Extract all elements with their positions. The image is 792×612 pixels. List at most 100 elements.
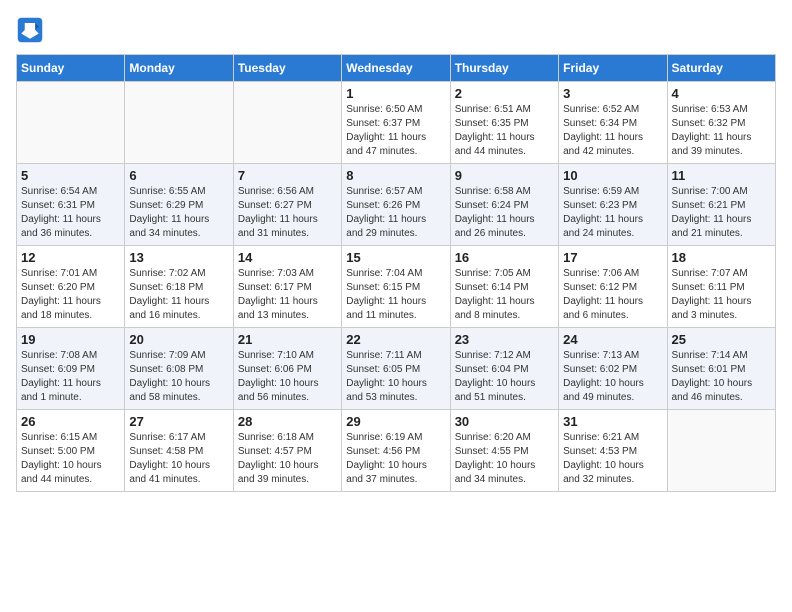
calendar-cell: 16 Sunrise: 7:05 AM Sunset: 6:14 PM Dayli… <box>450 246 558 328</box>
day-info: Sunrise: 7:01 AM Sunset: 6:20 PM Dayligh… <box>21 267 120 323</box>
day-number: 13 <box>129 250 228 265</box>
calendar-cell: 10Sunrise: 6:59 AM Sunset: 6:23 PM Dayli… <box>559 164 667 246</box>
calendar-cell <box>125 82 233 164</box>
calendar-cell: 22 Sunrise: 7:11 AM Sunset: 6:05 PM Dayli… <box>342 328 450 410</box>
day-number: 20 <box>129 332 228 347</box>
day-info: Sunrise: 7:10 AM Sunset: 6:06 PM Dayligh… <box>238 349 337 405</box>
day-info: Sunrise: 6:20 AM Sunset: 4:55 PM Dayligh… <box>455 431 554 487</box>
day-info: Sunrise: 6:57 AM Sunset: 6:26 PM Dayligh… <box>346 185 445 241</box>
calendar-week-row: 1Sunrise: 6:50 AM Sunset: 6:37 PM Daylig… <box>17 82 776 164</box>
col-header-thursday: Thursday <box>450 55 558 82</box>
calendar-cell: 12 Sunrise: 7:01 AM Sunset: 6:20 PM Dayli… <box>17 246 125 328</box>
calendar-cell: 11 Sunrise: 7:00 AM Sunset: 6:21 PM Dayli… <box>667 164 775 246</box>
day-info: Sunrise: 7:07 AM Sunset: 6:11 PM Dayligh… <box>672 267 771 323</box>
col-header-friday: Friday <box>559 55 667 82</box>
day-info: Sunrise: 6:55 AM Sunset: 6:29 PM Dayligh… <box>129 185 228 241</box>
day-number: 22 <box>346 332 445 347</box>
calendar-cell: 30 Sunrise: 6:20 AM Sunset: 4:55 PM Dayli… <box>450 410 558 492</box>
day-info: Sunrise: 6:56 AM Sunset: 6:27 PM Dayligh… <box>238 185 337 241</box>
day-info: Sunrise: 7:00 AM Sunset: 6:21 PM Dayligh… <box>672 185 771 241</box>
day-number: 11 <box>672 168 771 183</box>
calendar: SundayMondayTuesdayWednesdayThursdayFrid… <box>16 54 776 492</box>
day-info: Sunrise: 6:51 AM Sunset: 6:35 PM Dayligh… <box>455 103 554 159</box>
calendar-cell: 4 Sunrise: 6:53 AM Sunset: 6:32 PM Daylig… <box>667 82 775 164</box>
calendar-cell: 9Sunrise: 6:58 AM Sunset: 6:24 PM Daylig… <box>450 164 558 246</box>
day-number: 14 <box>238 250 337 265</box>
calendar-header-row: SundayMondayTuesdayWednesdayThursdayFrid… <box>17 55 776 82</box>
day-info: Sunrise: 7:06 AM Sunset: 6:12 PM Dayligh… <box>563 267 662 323</box>
day-number: 6 <box>129 168 228 183</box>
day-number: 19 <box>21 332 120 347</box>
calendar-cell <box>233 82 341 164</box>
day-info: Sunrise: 6:17 AM Sunset: 4:58 PM Dayligh… <box>129 431 228 487</box>
calendar-cell: 18 Sunrise: 7:07 AM Sunset: 6:11 PM Dayli… <box>667 246 775 328</box>
calendar-week-row: 5 Sunrise: 6:54 AM Sunset: 6:31 PM Daylig… <box>17 164 776 246</box>
day-number: 12 <box>21 250 120 265</box>
day-info: Sunrise: 6:18 AM Sunset: 4:57 PM Dayligh… <box>238 431 337 487</box>
day-number: 5 <box>21 168 120 183</box>
day-info: Sunrise: 7:08 AM Sunset: 6:09 PM Dayligh… <box>21 349 120 405</box>
col-header-monday: Monday <box>125 55 233 82</box>
calendar-week-row: 12 Sunrise: 7:01 AM Sunset: 6:20 PM Dayli… <box>17 246 776 328</box>
page-header <box>16 16 776 44</box>
calendar-cell <box>17 82 125 164</box>
calendar-cell: 15 Sunrise: 7:04 AM Sunset: 6:15 PM Dayli… <box>342 246 450 328</box>
calendar-cell: 19 Sunrise: 7:08 AM Sunset: 6:09 PM Dayli… <box>17 328 125 410</box>
calendar-cell: 23Sunrise: 7:12 AM Sunset: 6:04 PM Dayli… <box>450 328 558 410</box>
day-number: 21 <box>238 332 337 347</box>
day-number: 15 <box>346 250 445 265</box>
day-info: Sunrise: 7:03 AM Sunset: 6:17 PM Dayligh… <box>238 267 337 323</box>
calendar-cell: 7 Sunrise: 6:56 AM Sunset: 6:27 PM Daylig… <box>233 164 341 246</box>
calendar-cell <box>667 410 775 492</box>
day-info: Sunrise: 7:13 AM Sunset: 6:02 PM Dayligh… <box>563 349 662 405</box>
day-number: 16 <box>455 250 554 265</box>
day-number: 30 <box>455 414 554 429</box>
day-info: Sunrise: 6:54 AM Sunset: 6:31 PM Dayligh… <box>21 185 120 241</box>
day-number: 8 <box>346 168 445 183</box>
day-number: 24 <box>563 332 662 347</box>
day-info: Sunrise: 7:05 AM Sunset: 6:14 PM Dayligh… <box>455 267 554 323</box>
calendar-cell: 28 Sunrise: 6:18 AM Sunset: 4:57 PM Dayli… <box>233 410 341 492</box>
day-info: Sunrise: 7:14 AM Sunset: 6:01 PM Dayligh… <box>672 349 771 405</box>
day-number: 28 <box>238 414 337 429</box>
day-info: Sunrise: 6:19 AM Sunset: 4:56 PM Dayligh… <box>346 431 445 487</box>
day-number: 7 <box>238 168 337 183</box>
calendar-cell: 31 Sunrise: 6:21 AM Sunset: 4:53 PM Dayli… <box>559 410 667 492</box>
calendar-cell: 3 Sunrise: 6:52 AM Sunset: 6:34 PM Daylig… <box>559 82 667 164</box>
calendar-cell: 20 Sunrise: 7:09 AM Sunset: 6:08 PM Dayli… <box>125 328 233 410</box>
calendar-cell: 24 Sunrise: 7:13 AM Sunset: 6:02 PM Dayli… <box>559 328 667 410</box>
col-header-tuesday: Tuesday <box>233 55 341 82</box>
day-info: Sunrise: 7:04 AM Sunset: 6:15 PM Dayligh… <box>346 267 445 323</box>
day-info: Sunrise: 6:21 AM Sunset: 4:53 PM Dayligh… <box>563 431 662 487</box>
calendar-cell: 25 Sunrise: 7:14 AM Sunset: 6:01 PM Dayli… <box>667 328 775 410</box>
calendar-week-row: 19 Sunrise: 7:08 AM Sunset: 6:09 PM Dayli… <box>17 328 776 410</box>
calendar-cell: 17 Sunrise: 7:06 AM Sunset: 6:12 PM Dayli… <box>559 246 667 328</box>
day-info: Sunrise: 6:52 AM Sunset: 6:34 PM Dayligh… <box>563 103 662 159</box>
col-header-saturday: Saturday <box>667 55 775 82</box>
day-number: 17 <box>563 250 662 265</box>
calendar-cell: 13 Sunrise: 7:02 AM Sunset: 6:18 PM Dayli… <box>125 246 233 328</box>
logo-icon <box>16 16 44 44</box>
day-number: 26 <box>21 414 120 429</box>
day-number: 3 <box>563 86 662 101</box>
calendar-cell: 27 Sunrise: 6:17 AM Sunset: 4:58 PM Dayli… <box>125 410 233 492</box>
calendar-cell: 14 Sunrise: 7:03 AM Sunset: 6:17 PM Dayli… <box>233 246 341 328</box>
logo <box>16 16 48 44</box>
calendar-cell: 26 Sunrise: 6:15 AM Sunset: 5:00 PM Dayli… <box>17 410 125 492</box>
day-number: 18 <box>672 250 771 265</box>
day-info: Sunrise: 6:15 AM Sunset: 5:00 PM Dayligh… <box>21 431 120 487</box>
day-info: Sunrise: 7:11 AM Sunset: 6:05 PM Dayligh… <box>346 349 445 405</box>
day-number: 4 <box>672 86 771 101</box>
calendar-cell: 21 Sunrise: 7:10 AM Sunset: 6:06 PM Dayli… <box>233 328 341 410</box>
day-info: Sunrise: 7:09 AM Sunset: 6:08 PM Dayligh… <box>129 349 228 405</box>
day-number: 27 <box>129 414 228 429</box>
calendar-cell: 6 Sunrise: 6:55 AM Sunset: 6:29 PM Daylig… <box>125 164 233 246</box>
day-info: Sunrise: 7:02 AM Sunset: 6:18 PM Dayligh… <box>129 267 228 323</box>
day-info: Sunrise: 6:59 AM Sunset: 6:23 PM Dayligh… <box>563 185 662 241</box>
calendar-cell: 5 Sunrise: 6:54 AM Sunset: 6:31 PM Daylig… <box>17 164 125 246</box>
day-number: 25 <box>672 332 771 347</box>
day-info: Sunrise: 6:50 AM Sunset: 6:37 PM Dayligh… <box>346 103 445 159</box>
day-info: Sunrise: 6:53 AM Sunset: 6:32 PM Dayligh… <box>672 103 771 159</box>
day-number: 31 <box>563 414 662 429</box>
col-header-sunday: Sunday <box>17 55 125 82</box>
